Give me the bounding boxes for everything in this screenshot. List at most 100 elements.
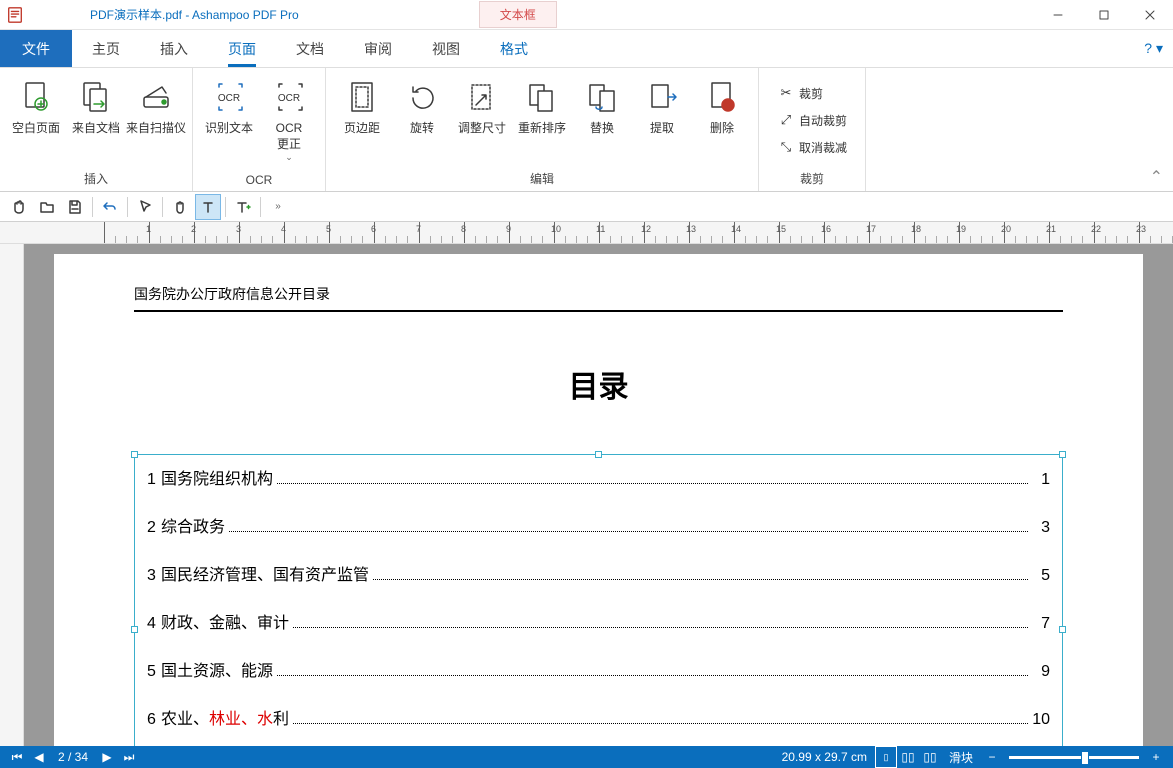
margins-icon: [342, 77, 382, 117]
toc-num: 2: [147, 519, 161, 537]
toc-page: 10: [1032, 711, 1050, 729]
svg-text:OCR: OCR: [278, 93, 300, 104]
remove-crop-button[interactable]: ⤡取消裁减: [773, 137, 851, 158]
toc-page: 9: [1032, 663, 1050, 681]
page-indicator[interactable]: 2 / 34: [50, 750, 96, 764]
rotate-icon: [402, 77, 442, 117]
auto-crop-button[interactable]: ⤢自动裁剪: [773, 110, 851, 131]
menu-item-2[interactable]: 页面: [208, 30, 276, 67]
select-tool-button[interactable]: [132, 194, 158, 220]
toc-page: 7: [1032, 615, 1050, 633]
zoom-out-button[interactable]: −: [981, 746, 1003, 768]
resize-handle[interactable]: [131, 626, 138, 633]
replace-button[interactable]: 替换: [572, 73, 632, 167]
auto-crop-icon: ⤢: [777, 112, 795, 128]
resize-handle[interactable]: [1059, 626, 1066, 633]
menu-item-4[interactable]: 审阅: [344, 30, 412, 67]
resize-handle[interactable]: [131, 451, 138, 458]
menu-item-1[interactable]: 插入: [140, 30, 208, 67]
prev-page-button[interactable]: ◀: [28, 746, 50, 768]
ocr-correct-button[interactable]: OCR OCR 更正 ⌄: [259, 73, 319, 170]
toc-title-text: 综合政务: [161, 513, 225, 537]
zoom-in-button[interactable]: +: [1145, 746, 1167, 768]
from-document-icon: [76, 77, 116, 117]
toc-entry[interactable]: 6 农业、林业、水利10: [147, 705, 1050, 729]
ribbon-group-insert: 空白页面 来自文档 来自扫描仪 插入: [0, 68, 193, 191]
toc-entry[interactable]: 1 国务院组织机构1: [147, 465, 1050, 489]
ribbon-label-ocr: OCR: [199, 170, 319, 191]
ocr-icon: OCR: [209, 77, 249, 117]
toc-dots: [277, 483, 1028, 484]
page[interactable]: 国务院办公厅政府信息公开目录 目录 1 国务院组织机构12 综合政务33 国民经…: [54, 254, 1143, 746]
ribbon-label-insert: 插入: [6, 167, 186, 191]
view-mode-continuous[interactable]: ▯▯: [897, 746, 919, 768]
insert-text-button[interactable]: [230, 194, 256, 220]
pan-tool-button[interactable]: [167, 194, 193, 220]
quick-access-toolbar: »: [0, 192, 1173, 222]
blank-page-button[interactable]: 空白页面: [6, 73, 66, 167]
toc-dots: [293, 627, 1028, 628]
resize-handle[interactable]: [1059, 451, 1066, 458]
context-tab-textbox[interactable]: 文本框: [479, 1, 557, 28]
toc-dots: [229, 531, 1028, 532]
reorder-icon: [522, 77, 562, 117]
from-scanner-button[interactable]: 来自扫描仪: [126, 73, 186, 167]
from-document-button[interactable]: 来自文档: [66, 73, 126, 167]
menu-item-0[interactable]: 主页: [72, 30, 140, 67]
close-button[interactable]: [1127, 0, 1173, 30]
collapse-ribbon-button[interactable]: ⌃: [1140, 163, 1173, 191]
resize-handle[interactable]: [595, 451, 602, 458]
help-button[interactable]: ? ▾: [1134, 30, 1173, 67]
document-area: 国务院办公厅政府信息公开目录 目录 1 国务院组织机构12 综合政务33 国民经…: [0, 244, 1173, 746]
toc-num: 5: [147, 663, 161, 681]
selected-textbox[interactable]: 1 国务院组织机构1 2 综合政务3 3 国民经济管理、国有资产监管5 4 财政、金融…: [134, 454, 1063, 746]
delete-button[interactable]: 删除: [692, 73, 752, 167]
toc-num: 6: [147, 711, 161, 729]
first-page-button[interactable]: ⏮: [6, 746, 28, 768]
ribbon-label-edit: 编辑: [332, 167, 752, 191]
toc-title: 目录: [134, 362, 1063, 406]
view-mode-single[interactable]: ▯: [875, 746, 897, 768]
delete-icon: [702, 77, 742, 117]
ocr-recognize-button[interactable]: OCR 识别文本: [199, 73, 259, 170]
menu-item-5[interactable]: 视图: [412, 30, 480, 67]
crop-button[interactable]: ✂裁剪: [773, 83, 851, 104]
margins-button[interactable]: 页边距: [332, 73, 392, 167]
rotate-button[interactable]: 旋转: [392, 73, 452, 167]
ribbon-label-crop: 裁剪: [765, 167, 859, 191]
menu-item-3[interactable]: 文档: [276, 30, 344, 67]
ocr-correct-icon: OCR: [269, 77, 309, 117]
ribbon: 空白页面 来自文档 来自扫描仪 插入 OCR 识别文本 OCR OCR 更正 ⌄: [0, 68, 1173, 192]
save-button[interactable]: [62, 194, 88, 220]
extract-button[interactable]: 提取: [632, 73, 692, 167]
reorder-button[interactable]: 重新排序: [512, 73, 572, 167]
replace-icon: [582, 77, 622, 117]
resize-button[interactable]: 调整尺寸: [452, 73, 512, 167]
file-menu[interactable]: 文件: [0, 30, 72, 67]
toc-entry[interactable]: 2 综合政务3: [147, 513, 1050, 537]
hand-tool-button[interactable]: [6, 194, 32, 220]
next-page-button[interactable]: ▶: [96, 746, 118, 768]
ribbon-group-crop: ✂裁剪 ⤢自动裁剪 ⤡取消裁减 裁剪: [759, 68, 866, 191]
last-page-button[interactable]: ⏭: [118, 746, 140, 768]
toc-dots: [373, 579, 1028, 580]
toc-title-text: 国土资源、能源: [161, 657, 273, 681]
minimize-button[interactable]: [1035, 0, 1081, 30]
toc-entry[interactable]: 4 财政、金融、审计7: [147, 609, 1050, 633]
undo-button[interactable]: [97, 194, 123, 220]
maximize-button[interactable]: [1081, 0, 1127, 30]
open-button[interactable]: [34, 194, 60, 220]
document-viewport[interactable]: 国务院办公厅政府信息公开目录 目录 1 国务院组织机构12 综合政务33 国民经…: [24, 244, 1173, 746]
menu-item-6[interactable]: 格式: [480, 30, 548, 67]
view-mode-facing[interactable]: ▯▯: [919, 746, 941, 768]
remove-crop-icon: ⤡: [777, 139, 795, 155]
toc-entry[interactable]: 3 国民经济管理、国有资产监管5: [147, 561, 1050, 585]
toc-entry[interactable]: 5 国土资源、能源 9: [147, 657, 1050, 681]
zoom-slider-thumb[interactable]: [1081, 751, 1089, 765]
toc-page: 1: [1032, 471, 1050, 489]
text-tool-button[interactable]: [195, 194, 221, 220]
resize-icon: [462, 77, 502, 117]
zoom-slider[interactable]: [1009, 756, 1139, 759]
svg-text:OCR: OCR: [218, 93, 240, 104]
qat-overflow-button[interactable]: »: [265, 194, 291, 220]
